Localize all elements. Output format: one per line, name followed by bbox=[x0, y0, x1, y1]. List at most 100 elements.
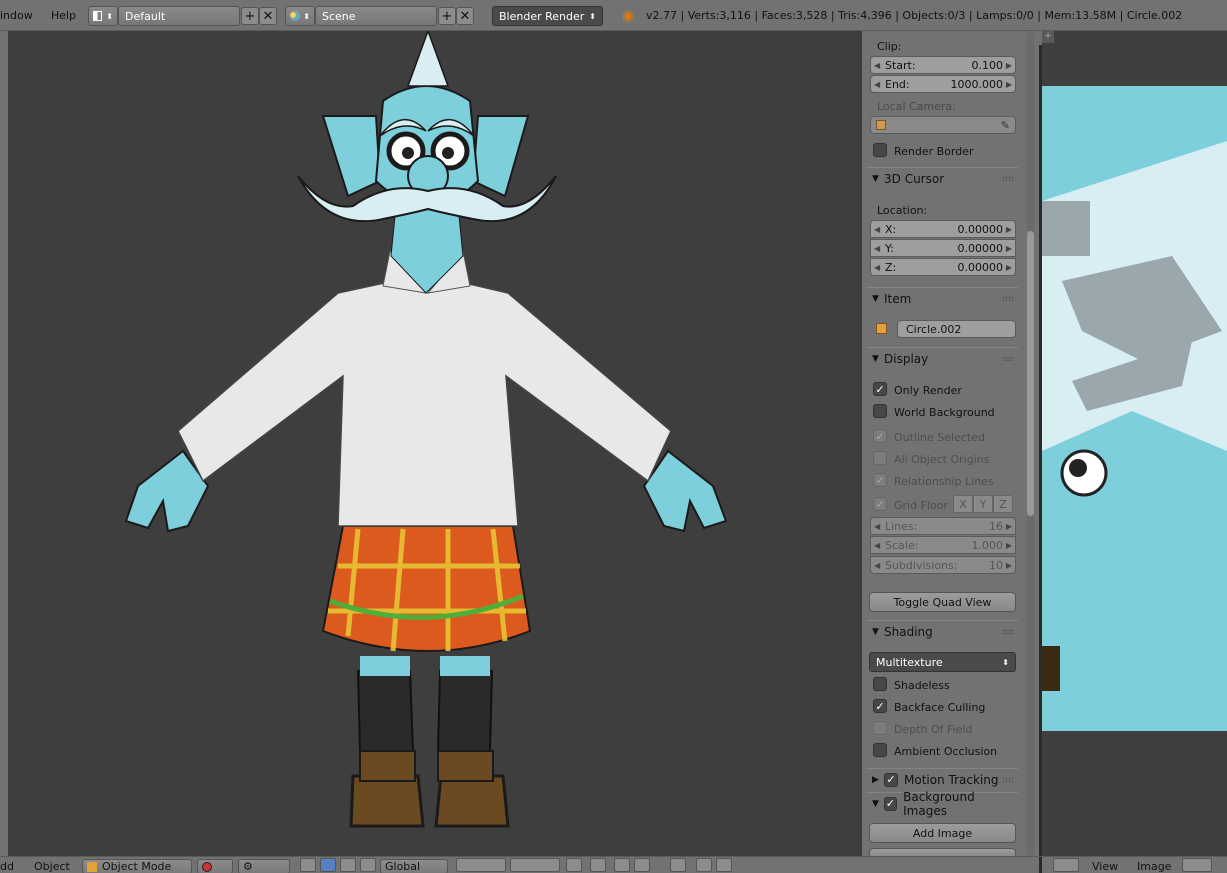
remove-scene-button[interactable]: ✕ bbox=[456, 7, 474, 25]
image-browse-icon[interactable] bbox=[1182, 858, 1212, 872]
3d-cursor-panel-header[interactable]: ▼ 3D Cursor bbox=[866, 167, 1018, 189]
menu-view[interactable]: View bbox=[1092, 860, 1118, 873]
translate-icon[interactable] bbox=[320, 858, 336, 872]
drag-grip-icon[interactable] bbox=[1002, 296, 1014, 301]
pivot-dropdown[interactable]: ⚙ bbox=[238, 859, 290, 873]
arrow-left-icon: ◀ bbox=[874, 540, 881, 550]
scene-name-field[interactable]: Scene bbox=[315, 6, 437, 26]
grid-subdivisions-field[interactable]: ◀ Subdivisions: 10 ▶ bbox=[870, 556, 1016, 574]
world-background-checkbox[interactable] bbox=[873, 404, 887, 418]
editor-type-icon[interactable] bbox=[1053, 858, 1079, 872]
motion-tracking-checkbox[interactable]: ✓ bbox=[884, 772, 898, 787]
mode-dropdown[interactable]: Object Mode bbox=[82, 859, 192, 873]
left-boot-top bbox=[359, 750, 416, 782]
drag-grip-icon[interactable] bbox=[1002, 629, 1014, 634]
arrow-right-icon: ▶ bbox=[1005, 224, 1012, 234]
3d-viewport[interactable] bbox=[8, 28, 862, 856]
shadeless-label: Shadeless bbox=[894, 679, 950, 692]
scene-selector-icon[interactable]: ⬍ bbox=[285, 6, 315, 26]
cursor-y-field[interactable]: ◀ Y: 0.00000 ▶ bbox=[870, 239, 1016, 257]
grid-lines-field[interactable]: ◀ Lines: 16 ▶ bbox=[870, 517, 1016, 535]
grid-scale-field[interactable]: ◀ Scale: 1.000 ▶ bbox=[870, 536, 1016, 554]
arrow-right-icon: ▶ bbox=[1005, 521, 1012, 531]
outline-selected-checkbox[interactable]: ✓ bbox=[873, 429, 887, 443]
add-layout-button[interactable]: + bbox=[241, 7, 259, 25]
outline-selected-label: Outline Selected bbox=[894, 431, 985, 444]
cursor-z-field[interactable]: ◀ Z: 0.00000 ▶ bbox=[870, 258, 1016, 276]
proportional-edit-icon[interactable] bbox=[590, 858, 606, 872]
partial-button[interactable] bbox=[869, 848, 1016, 856]
left-sock bbox=[356, 670, 415, 752]
display-panel-header[interactable]: ▼ Display bbox=[866, 347, 1018, 369]
cursor-x-field[interactable]: ◀ X: 0.00000 ▶ bbox=[870, 220, 1016, 238]
only-render-checkbox[interactable]: ✓ bbox=[873, 382, 887, 396]
menu-object[interactable]: Object bbox=[34, 860, 70, 873]
menu-help[interactable]: Help bbox=[51, 9, 76, 22]
render-border-checkbox[interactable] bbox=[873, 143, 887, 157]
drag-grip-icon[interactable] bbox=[1002, 777, 1014, 782]
layers-group-1[interactable] bbox=[456, 858, 506, 872]
local-camera-field[interactable]: ✎ bbox=[870, 116, 1016, 134]
render-engine-dropdown[interactable]: Blender Render ⬍ bbox=[492, 6, 603, 26]
depth-of-field-checkbox[interactable] bbox=[873, 721, 887, 735]
drag-grip-icon[interactable] bbox=[1002, 356, 1014, 361]
all-object-origins-checkbox[interactable] bbox=[873, 451, 887, 465]
drag-grip-icon[interactable] bbox=[1002, 176, 1014, 181]
render-icon[interactable] bbox=[670, 858, 686, 872]
toggle-quad-view-label: Toggle Quad View bbox=[893, 595, 992, 609]
clip-start-field[interactable]: ◀ Start: 0.100 ▶ bbox=[870, 56, 1016, 74]
motion-tracking-panel-header[interactable]: ▶ ✓ Motion Tracking bbox=[866, 768, 1018, 790]
grid-axis-x-toggle[interactable]: X bbox=[953, 495, 973, 513]
clapper-icon[interactable] bbox=[716, 858, 732, 872]
grid-axis-z-toggle[interactable]: Z bbox=[993, 495, 1013, 513]
clip-end-field[interactable]: ◀ End: 1000.000 ▶ bbox=[870, 75, 1016, 93]
blender-logo-icon: ◉ bbox=[622, 8, 635, 24]
grid-axis-y-toggle[interactable]: Y bbox=[973, 495, 993, 513]
background-images-checkbox[interactable]: ✓ bbox=[883, 796, 898, 811]
menu-add[interactable]: dd bbox=[0, 860, 14, 873]
cursor-z-value: 0.00000 bbox=[957, 260, 1004, 274]
shading-panel-header[interactable]: ▼ Shading bbox=[866, 620, 1018, 642]
grid-floor-checkbox[interactable]: ✓ bbox=[873, 497, 887, 511]
panel-scrollbar[interactable] bbox=[1025, 31, 1039, 856]
layers-group-2[interactable] bbox=[510, 858, 560, 872]
clip-label: Clip: bbox=[877, 40, 902, 53]
rotate-icon[interactable] bbox=[340, 858, 356, 872]
right-sock bbox=[436, 670, 494, 752]
viewport-shading-dropdown[interactable] bbox=[197, 859, 233, 873]
toggle-quad-view-button[interactable]: Toggle Quad View bbox=[869, 592, 1016, 612]
relationship-lines-checkbox[interactable]: ✓ bbox=[873, 473, 887, 487]
snap-icon[interactable] bbox=[614, 858, 630, 872]
orientation-dropdown[interactable]: Global bbox=[380, 859, 448, 873]
layout-selector-icon[interactable]: ⬍ bbox=[88, 6, 118, 26]
menu-image[interactable]: Image bbox=[1137, 860, 1171, 873]
remove-layout-button[interactable]: ✕ bbox=[259, 7, 277, 25]
menu-window[interactable]: indow bbox=[0, 9, 33, 22]
layout-name-field[interactable]: Default bbox=[118, 6, 240, 26]
scrollbar-thumb[interactable] bbox=[1027, 231, 1034, 516]
shadeless-checkbox[interactable] bbox=[873, 677, 887, 691]
backface-culling-checkbox[interactable]: ✓ bbox=[873, 699, 887, 713]
cube-icon bbox=[876, 120, 886, 130]
collapsed-triangle-icon: ▶ bbox=[872, 774, 879, 785]
lock-icon[interactable] bbox=[566, 858, 582, 872]
image-editor-view[interactable]: + bbox=[1042, 31, 1227, 856]
item-panel-header[interactable]: ▼ Item bbox=[866, 287, 1018, 309]
object-cube-icon bbox=[876, 323, 887, 334]
ambient-occlusion-checkbox[interactable] bbox=[873, 743, 887, 757]
viewport-header: dd Object Object Mode ⚙ Global View Imag… bbox=[0, 856, 1227, 873]
plus-icon[interactable]: + bbox=[1042, 31, 1054, 43]
axis-x-label: X bbox=[959, 497, 967, 511]
item-name-field[interactable]: Circle.002 bbox=[897, 320, 1016, 338]
rendered-preview bbox=[1042, 86, 1227, 731]
snap-target-icon[interactable] bbox=[634, 858, 650, 872]
manipulator-toggle[interactable] bbox=[300, 858, 316, 872]
shading-mode-dropdown[interactable]: Multitexture ⬍ bbox=[869, 652, 1016, 672]
scale-icon[interactable] bbox=[360, 858, 376, 872]
background-images-panel-header[interactable]: ▼ ✓ Background Images bbox=[866, 790, 1018, 818]
camera-icon[interactable] bbox=[696, 858, 712, 872]
checkmark-icon: ✓ bbox=[875, 497, 885, 511]
add-scene-button[interactable]: + bbox=[438, 7, 456, 25]
add-image-button[interactable]: Add Image bbox=[869, 823, 1016, 843]
layout-icon bbox=[93, 11, 103, 21]
